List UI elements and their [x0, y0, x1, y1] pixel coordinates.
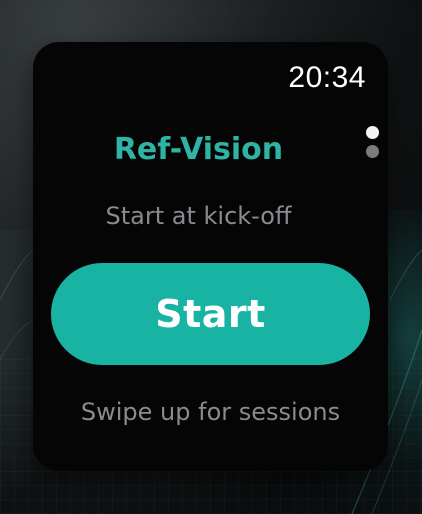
- watch-screen: 20:34 Ref-Vision Start at kick-off Start…: [33, 42, 388, 471]
- status-time: 20:34: [288, 61, 366, 94]
- app-title: Ref-Vision: [113, 132, 284, 167]
- page-dot-active: [366, 126, 379, 139]
- start-button[interactable]: Start: [51, 263, 370, 365]
- page-indicator: [366, 126, 380, 164]
- swipe-hint: Swipe up for sessions: [80, 398, 341, 426]
- page-dot-inactive: [366, 145, 379, 158]
- subtitle: Start at kick-off: [105, 202, 292, 230]
